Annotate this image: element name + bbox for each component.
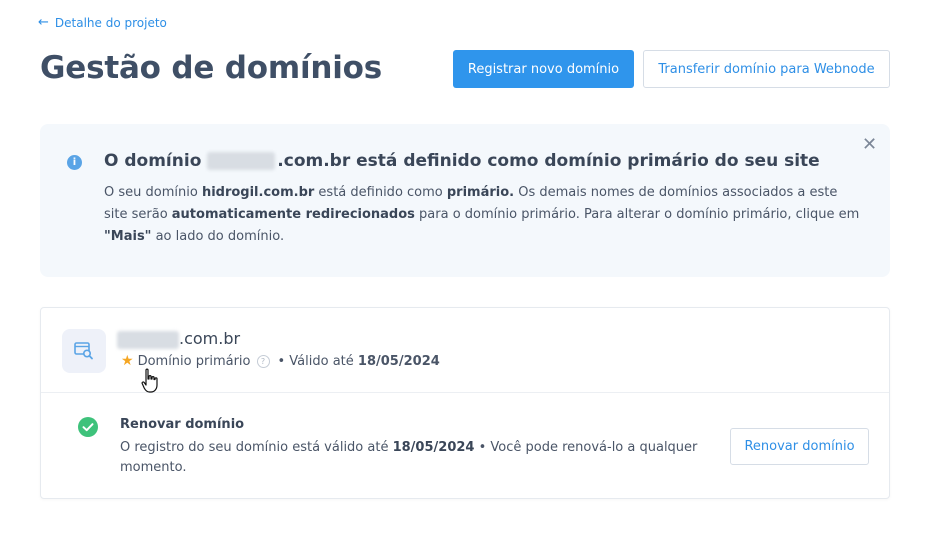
- info-text-part: O seu domínio: [104, 185, 202, 200]
- renew-date: 18/05/2024: [392, 440, 475, 455]
- check-circle-icon: [78, 417, 98, 437]
- domain-meta: ★ Domínio primário ? • Válido até 18/05/…: [121, 353, 440, 369]
- domain-name: .com.br: [117, 329, 240, 349]
- info-text: O seu domínio hidrogil.com.br está defin…: [104, 182, 864, 248]
- page-title: Gestão de domínios: [40, 50, 383, 86]
- info-title: O domínio .com.br está definido como dom…: [104, 151, 820, 171]
- transfer-domain-button[interactable]: Transferir domínio para Webnode: [643, 50, 890, 88]
- domain-card: .com.br ★ Domínio primário ? • Válido at…: [40, 307, 890, 499]
- info-icon: i: [67, 155, 82, 170]
- info-text-primary: primário.: [446, 185, 515, 200]
- help-icon[interactable]: ?: [256, 354, 270, 368]
- info-title-suffix: .com.br está definido como domínio primá…: [277, 151, 820, 171]
- info-text-part: para o domínio primário. Para alterar o …: [414, 207, 860, 222]
- info-title-prefix: O domínio: [104, 151, 202, 171]
- back-link[interactable]: ← Detalhe do projeto: [38, 15, 167, 30]
- renew-title: Renovar domínio: [120, 417, 245, 432]
- renew-domain-button[interactable]: Renovar domínio: [730, 428, 869, 465]
- info-text-part: ao lado do domínio.: [151, 229, 285, 244]
- blurred-domain: [207, 152, 276, 170]
- info-box: i O domínio .com.br está definido como d…: [40, 124, 890, 277]
- blurred-domain: [117, 330, 179, 349]
- star-icon: ★: [121, 353, 134, 369]
- info-text-mais: "Mais": [104, 229, 152, 244]
- register-domain-button[interactable]: Registrar novo domínio: [453, 50, 634, 88]
- divider: [41, 392, 889, 393]
- valid-prefix: • Válido até: [277, 353, 354, 369]
- domain-suffix: .com.br: [179, 329, 241, 348]
- arrow-left-icon: ←: [38, 15, 49, 30]
- primary-label: Domínio primário: [137, 353, 251, 369]
- info-text-part: está definido como: [314, 185, 447, 200]
- renew-text-part: O registro do seu domínio está válido at…: [120, 440, 393, 455]
- hand-cursor-icon: [141, 368, 161, 398]
- back-link-label: Detalhe do projeto: [54, 15, 167, 30]
- info-text-domain: hidrogil.com.br: [201, 185, 315, 200]
- valid-date: 18/05/2024: [357, 353, 440, 369]
- renew-text: O registro do seu domínio está válido at…: [120, 438, 710, 478]
- close-icon[interactable]: ✕: [862, 134, 877, 155]
- info-text-redirect: automaticamente redirecionados: [171, 207, 415, 222]
- domain-search-icon: [62, 329, 106, 373]
